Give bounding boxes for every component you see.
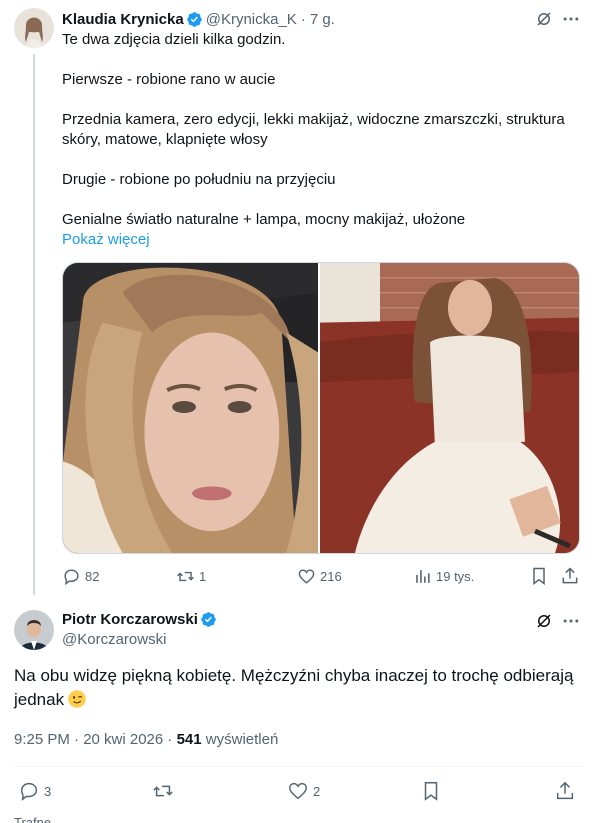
verified-badge-icon — [186, 11, 202, 27]
avatar-piotr[interactable] — [14, 610, 54, 650]
main-author-handle[interactable]: @Korczarowski — [62, 631, 166, 648]
repost-count: 1 — [199, 568, 207, 584]
share-icon — [556, 781, 574, 800]
main-tweet-actions: 3 2 — [14, 779, 582, 803]
photo-car-selfie[interactable] — [63, 263, 320, 553]
repost-button[interactable] — [152, 779, 178, 803]
author-handle[interactable]: @Krynicka_K — [206, 11, 297, 28]
tweet-text-line-2: Pierwsze - robione rano w aucie — [62, 71, 276, 88]
tweet-media-grid[interactable] — [62, 262, 580, 554]
tweet-text-line-4: Drugie - robione po południu na przyjęci… — [62, 171, 336, 188]
avatar-klaudia[interactable] — [14, 8, 54, 48]
show-more-link[interactable]: Pokaż więcej — [62, 230, 150, 250]
tweet-time[interactable]: 7 g. — [310, 11, 335, 28]
tweet-meta: 9:25 PM · 20 kwi 2026 · 541 wyświetleń — [14, 731, 278, 748]
replies-sort-label[interactable]: Trafne — [14, 815, 51, 823]
parent-tweet-header: Klaudia Krynicka @Krynicka_K · 7 g. — [62, 9, 335, 29]
tweet-text-line-3: Przednia kamera, zero edycji, lekki maki… — [62, 111, 565, 148]
reply-icon — [20, 782, 38, 801]
more-options-icon[interactable] — [561, 9, 581, 29]
share-button[interactable] — [554, 779, 580, 803]
views-count: 19 tys. — [436, 568, 475, 584]
separator-dot: · — [300, 10, 306, 28]
like-count: 216 — [320, 568, 342, 584]
repost-icon — [177, 571, 194, 581]
reply-count: 3 — [44, 783, 52, 799]
main-author-name[interactable]: Piotr Korczarowski — [62, 611, 198, 628]
like-count: 2 — [313, 783, 321, 799]
heart-icon — [289, 782, 307, 800]
verified-badge-icon — [201, 612, 216, 627]
author-name[interactable]: Klaudia Krynicka — [62, 11, 184, 28]
divider — [14, 766, 582, 767]
tweet-text-line-5: Genialne światło naturalne + lampa, mocn… — [62, 211, 466, 228]
photo-party[interactable] — [320, 263, 579, 553]
views-button[interactable]: 19 tys. — [413, 564, 474, 588]
views-chart-icon — [416, 569, 430, 583]
reply-icon — [64, 568, 79, 585]
repost-button[interactable]: 1 — [176, 564, 206, 588]
grok-icon[interactable] — [535, 10, 553, 28]
tweet-timestamp[interactable]: 9:25 PM · 20 kwi 2026 · — [14, 731, 177, 748]
reply-count: 82 — [85, 568, 100, 584]
reply-button[interactable]: 82 — [62, 564, 99, 588]
bookmark-icon — [424, 782, 438, 801]
tweet-views-count: 541 — [176, 731, 202, 748]
like-button[interactable]: 216 — [297, 564, 342, 588]
winking-face-emoji-icon — [68, 690, 86, 708]
repost-icon — [153, 785, 173, 797]
main-tweet-body: Na obu widzę piękną kobietę. Mężczyźni c… — [14, 666, 574, 709]
grok-icon[interactable] — [535, 612, 553, 630]
bookmark-icon[interactable] — [529, 566, 549, 586]
thread-connector-line — [33, 54, 35, 595]
heart-icon — [298, 568, 315, 584]
parent-tweet-actions: 82 1 216 19 tys. — [62, 564, 582, 588]
main-author-name-row: Piotr Korczarowski — [62, 611, 220, 628]
like-button[interactable]: 2 — [287, 779, 320, 803]
more-options-icon[interactable] — [561, 611, 581, 631]
tweet-text-line-1: Te dwa zdjęcia dzieli kilka godzin. — [62, 31, 286, 48]
share-icon[interactable] — [560, 566, 580, 586]
reply-button[interactable]: 3 — [18, 779, 51, 803]
tweet-views-label: wyświetleń — [201, 731, 279, 748]
main-tweet-text: Na obu widzę piękną kobietę. Mężczyźni c… — [14, 664, 574, 712]
bookmark-button[interactable] — [420, 779, 446, 803]
